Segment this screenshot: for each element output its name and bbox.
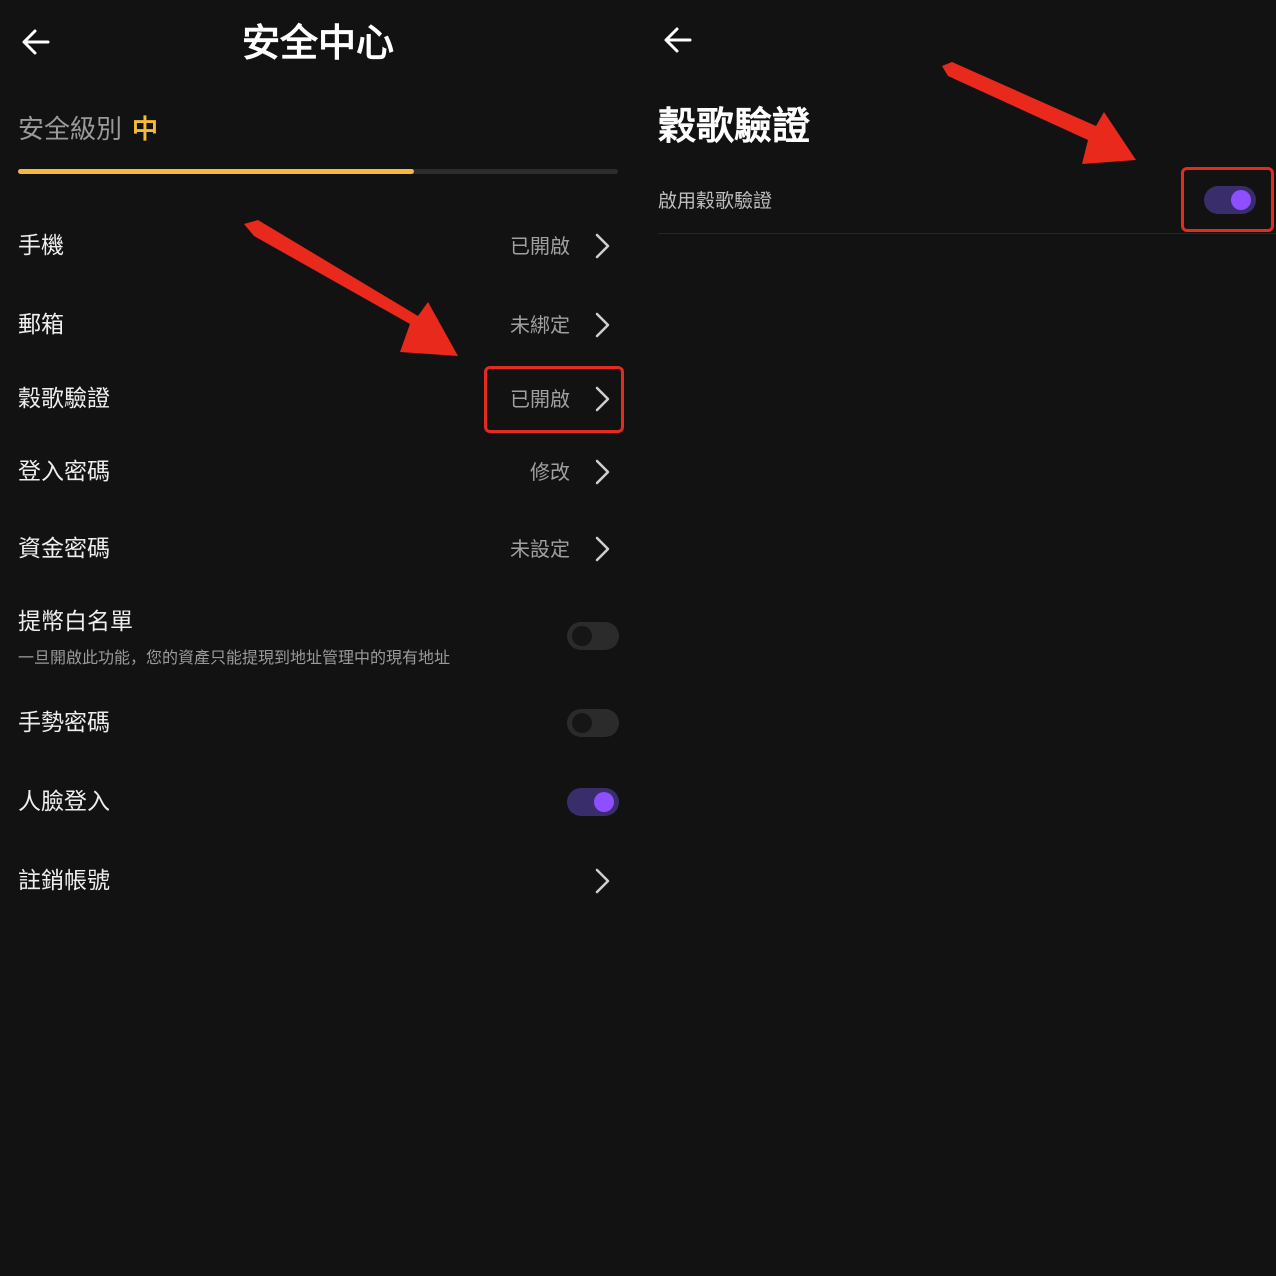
row-login-password-value: 修改: [530, 460, 570, 484]
row-phone-value: 已開啟: [510, 234, 570, 258]
google-authenticator-screen: 穀歌驗證 啟用穀歌驗證: [640, 0, 1276, 1276]
row-email[interactable]: 郵箱 未綁定: [18, 295, 622, 355]
row-face-login-label: 人臉登入: [18, 789, 110, 815]
chevron-right-icon: [590, 231, 614, 261]
red-arrow-icon: [942, 62, 1136, 164]
chevron-right-icon: [590, 534, 614, 564]
security-level: 安全級別中: [18, 110, 158, 150]
row-fund-password-label: 資金密碼: [18, 536, 110, 562]
toggle-knob: [572, 713, 592, 733]
page-title: 穀歌驗證: [658, 104, 811, 148]
row-phone[interactable]: 手機 已開啟: [18, 216, 622, 276]
chevron-right-icon: [590, 866, 614, 896]
security-level-progress-fill: [18, 169, 414, 174]
divider: [658, 233, 1276, 234]
row-cancel-account[interactable]: 註銷帳號: [18, 851, 622, 911]
toggle-knob: [572, 626, 592, 646]
gesture-password-toggle[interactable]: [567, 709, 619, 737]
row-enable-google-authenticator-label: 啟用穀歌驗證: [658, 190, 773, 212]
security-level-progress: [18, 169, 618, 174]
security-level-label: 安全級別: [18, 115, 123, 145]
row-withdraw-whitelist: 提幣白名單 一旦開啟此功能，您的資產只能提現到地址管理中的現有地址: [18, 592, 622, 672]
row-gesture-password: 手勢密碼: [18, 693, 622, 753]
red-highlight-box: [484, 366, 624, 433]
row-gesture-password-label: 手勢密碼: [18, 710, 110, 736]
withdraw-whitelist-toggle[interactable]: [567, 622, 619, 650]
toggle-knob: [594, 792, 614, 812]
page-title: 安全中心: [241, 21, 394, 65]
red-highlight-box: [1181, 167, 1274, 232]
face-login-toggle[interactable]: [567, 788, 619, 816]
row-google-authenticator-label: 穀歌驗證: [18, 386, 110, 412]
row-phone-label: 手機: [18, 233, 64, 259]
row-fund-password-value: 未設定: [510, 537, 570, 561]
chevron-right-icon: [590, 310, 614, 340]
row-cancel-account-label: 註銷帳號: [18, 868, 110, 894]
row-face-login: 人臉登入: [18, 772, 622, 832]
arrow-left-icon[interactable]: [658, 20, 698, 60]
security-level-value: 中: [132, 115, 159, 145]
security-center-screen: 安全中心 安全級別中 手機 已開啟 郵箱 未綁定 穀歌驗證 已開啟 登入密碼 修…: [0, 0, 640, 1276]
row-login-password[interactable]: 登入密碼 修改: [18, 442, 622, 502]
row-withdraw-whitelist-description: 一旦開啟此功能，您的資產只能提現到地址管理中的現有地址: [18, 648, 451, 667]
row-fund-password[interactable]: 資金密碼 未設定: [18, 519, 622, 579]
row-email-label: 郵箱: [18, 312, 64, 338]
row-email-value: 未綁定: [510, 313, 570, 337]
row-enable-google-authenticator: 啟用穀歌驗證: [658, 178, 1258, 224]
row-withdraw-whitelist-label: 提幣白名單: [18, 609, 133, 635]
chevron-right-icon: [590, 457, 614, 487]
row-login-password-label: 登入密碼: [18, 459, 110, 485]
